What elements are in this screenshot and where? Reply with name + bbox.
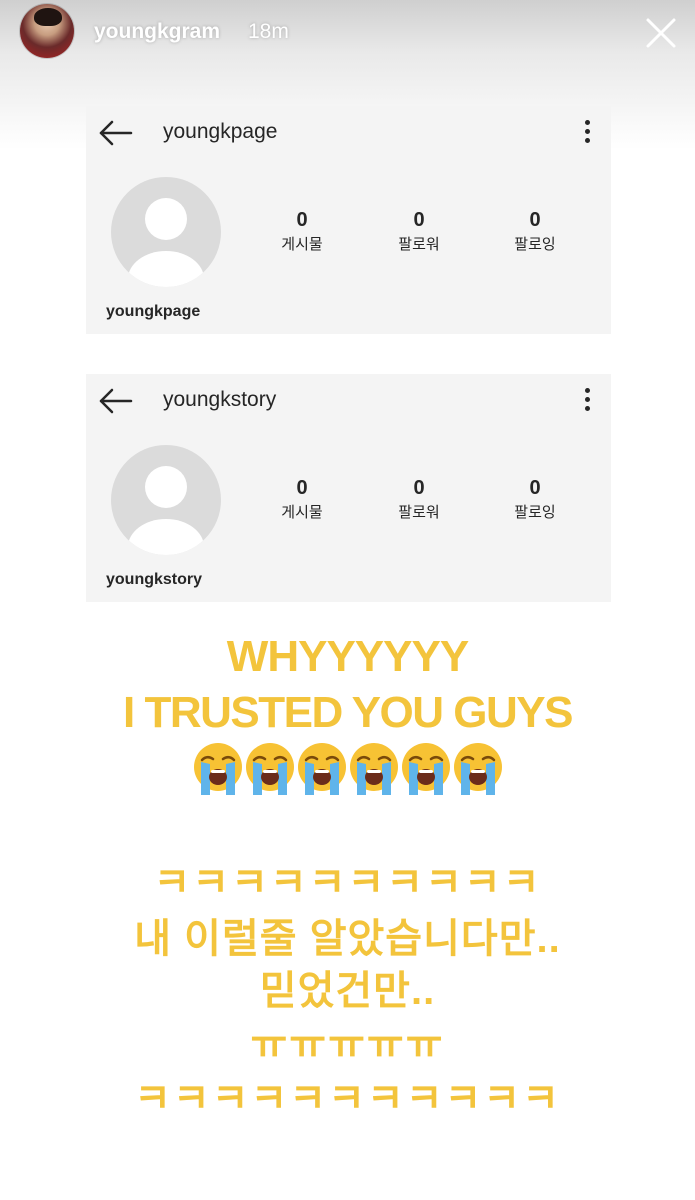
back-button[interactable] bbox=[98, 386, 134, 416]
posts-number: 0 bbox=[296, 477, 308, 499]
followers-count[interactable]: 0 팔로워 bbox=[374, 476, 464, 524]
following-number: 0 bbox=[529, 209, 541, 231]
kebab-dot-icon bbox=[585, 129, 590, 134]
back-arrow-icon bbox=[99, 120, 133, 146]
loudly-crying-face-icon bbox=[401, 743, 450, 795]
story-timestamp: 18m bbox=[248, 20, 289, 43]
close-button[interactable] bbox=[640, 12, 682, 54]
header-username: youngkstory bbox=[163, 388, 277, 411]
profile-username: youngkpage bbox=[106, 303, 201, 320]
caption-line-crying: ㅠㅠㅠㅠㅠ bbox=[250, 1023, 445, 1067]
kebab-dot-icon bbox=[585, 406, 590, 411]
posts-count[interactable]: 0 게시물 bbox=[257, 476, 347, 524]
caption-line-why: WHYYYYYY bbox=[226, 632, 469, 681]
person-silhouette-icon bbox=[128, 198, 204, 287]
default-avatar[interactable] bbox=[111, 177, 221, 287]
posts-count[interactable]: 0 게시물 bbox=[257, 208, 347, 256]
posts-label: 게시물 bbox=[281, 504, 323, 521]
more-options-button[interactable] bbox=[576, 386, 598, 414]
caption-line-laughing-2: ㅋㅋㅋㅋㅋㅋㅋㅋㅋㅋㅋ bbox=[134, 1077, 561, 1121]
followers-count[interactable]: 0 팔로워 bbox=[374, 208, 464, 256]
loudly-crying-face-icon bbox=[349, 743, 398, 795]
kebab-dot-icon bbox=[585, 397, 590, 402]
loudly-crying-face-icon bbox=[297, 743, 346, 795]
posts-number: 0 bbox=[296, 209, 308, 231]
back-arrow-icon bbox=[99, 388, 133, 414]
caption-line-trusted: I TRUSTED YOU GUYS bbox=[123, 688, 573, 737]
following-number: 0 bbox=[529, 477, 541, 499]
following-label: 팔로잉 bbox=[514, 236, 556, 253]
profile-username: youngkstory bbox=[106, 571, 203, 588]
more-options-button[interactable] bbox=[576, 118, 598, 146]
following-label: 팔로잉 bbox=[514, 504, 556, 521]
loudly-crying-face-icon bbox=[245, 743, 294, 795]
following-count[interactable]: 0 팔로잉 bbox=[490, 476, 580, 524]
followers-number: 0 bbox=[413, 209, 425, 231]
crying-emoji-row bbox=[0, 740, 695, 800]
posts-label: 게시물 bbox=[281, 236, 323, 253]
caption-line-laughing: ㅋㅋㅋㅋㅋㅋㅋㅋㅋㅋ bbox=[153, 861, 542, 905]
followers-label: 팔로워 bbox=[398, 504, 440, 521]
loudly-crying-face-icon bbox=[453, 743, 502, 795]
close-icon bbox=[646, 18, 676, 48]
caption-line-trusted-ko: 믿었건만.. bbox=[259, 969, 436, 1013]
default-avatar[interactable] bbox=[111, 445, 221, 555]
profile-screenshot-youngkpage: youngkpage 0 게시물 0 팔로워 0 팔로잉 youngkpage bbox=[86, 106, 611, 334]
story-header: youngkgram 18m bbox=[0, 0, 695, 66]
story-username[interactable]: youngkgram bbox=[94, 20, 220, 44]
following-count[interactable]: 0 팔로잉 bbox=[490, 208, 580, 256]
person-silhouette-icon bbox=[128, 466, 204, 555]
followers-label: 팔로워 bbox=[398, 236, 440, 253]
back-button[interactable] bbox=[98, 118, 134, 148]
kebab-dot-icon bbox=[585, 138, 590, 143]
kebab-dot-icon bbox=[585, 120, 590, 125]
loudly-crying-face-icon bbox=[193, 743, 242, 795]
story-avatar[interactable] bbox=[20, 4, 74, 58]
caption-line-knew-it: 내 이럴줄 알았습니다만.. bbox=[134, 917, 561, 961]
kebab-dot-icon bbox=[585, 388, 590, 393]
profile-screenshot-youngkstory: youngkstory 0 게시물 0 팔로워 0 팔로잉 youngkstor… bbox=[86, 374, 611, 602]
header-username: youngkpage bbox=[163, 120, 278, 143]
followers-number: 0 bbox=[413, 477, 425, 499]
